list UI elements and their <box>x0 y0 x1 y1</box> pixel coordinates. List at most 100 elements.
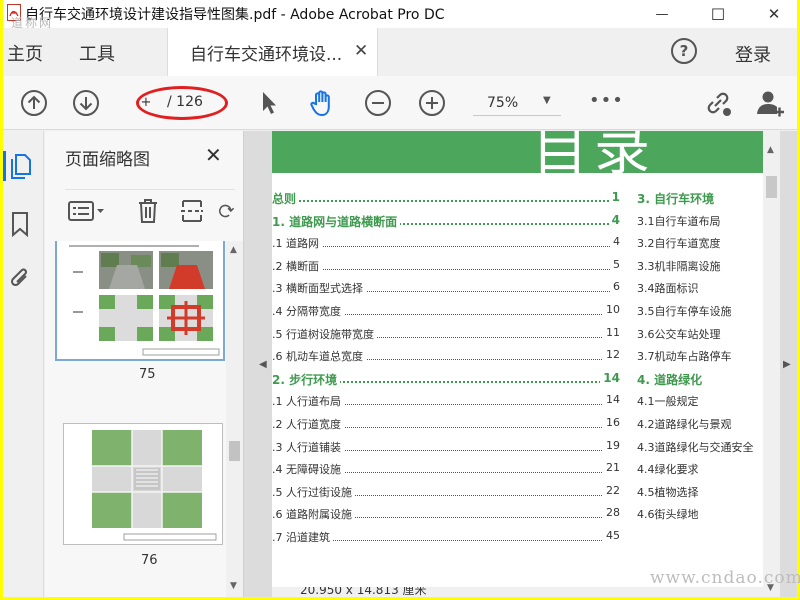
sign-in-button[interactable]: 登录 <box>735 41 771 67</box>
toc-section-row[interactable]: 3. 自行车环境 <box>637 190 714 207</box>
tab-tools[interactable]: 工具 <box>79 40 115 66</box>
toc-row[interactable]: .3 人行道铺装 19 <box>272 438 620 457</box>
add-user-button[interactable] <box>755 88 785 118</box>
trash-icon <box>139 199 157 223</box>
tab-home[interactable]: 主页 <box>7 40 43 66</box>
thumbnail-page-76[interactable] <box>63 423 223 545</box>
toc-row[interactable]: 4.5植物选择 <box>637 484 699 500</box>
tab-document[interactable]: 自行车交通环境设... ✕ <box>167 28 378 76</box>
next-page-button[interactable] <box>71 88 101 118</box>
toc-row[interactable]: 3.3机非隔离设施 <box>637 258 721 274</box>
attachments-button[interactable] <box>7 265 33 291</box>
paperclip-icon <box>10 268 27 287</box>
toc-row[interactable]: 4.3道路绿化与交通安全 <box>637 439 754 455</box>
toc-label: .4 无障碍设施 <box>272 461 344 478</box>
toc-row[interactable]: 3.2自行车道宽度 <box>637 235 721 251</box>
toc-row[interactable]: .1 道路网 4 <box>272 235 620 253</box>
toc-row[interactable]: 3.1自行车道布局 <box>637 213 721 229</box>
toc-row[interactable]: 4.1一般规定 <box>637 393 699 409</box>
collapse-right-panel-icon[interactable]: ▶ <box>783 359 791 370</box>
close-panel-icon[interactable]: ✕ <box>205 143 222 167</box>
toc-page-number: 4 <box>608 212 620 227</box>
toc-page-number: 14 <box>603 393 620 407</box>
toc-page-number: 1 <box>608 190 620 204</box>
toc-row[interactable]: .6 道路附属设施 28 <box>272 506 620 524</box>
page-76-preview <box>64 424 222 544</box>
thumbnail-scrollbar[interactable]: ▲ ▼ <box>226 241 243 597</box>
toc-row[interactable]: .2 横断面 5 <box>272 257 620 276</box>
toc-row[interactable]: 3.6公交车站处理 <box>637 326 721 342</box>
select-tool-button[interactable] <box>253 88 283 118</box>
pdf-page: 目录 总则 1 1. 道路网与道路横断面 4 .1 道路网 4 .2 横断面 5 .3 横断面型… <box>272 131 763 587</box>
toc-row[interactable]: .2 人行道宽度 16 <box>272 416 620 434</box>
bookmarks-button[interactable] <box>7 211 33 237</box>
page-size: 20.950 x 14.813 厘米 <box>300 587 427 597</box>
zoom-select[interactable]: 75% ▼ <box>473 90 561 116</box>
arrow-up-circle-icon <box>21 90 47 116</box>
toc-label: .2 横断面 <box>272 257 322 274</box>
close-window-button[interactable]: ✕ <box>751 0 797 28</box>
toc-row[interactable]: .3 横断面型式选择 6 <box>272 280 620 298</box>
thumbnail-scroll-thumb[interactable] <box>229 441 240 461</box>
page-thumbnails-button[interactable] <box>7 153 33 179</box>
toc-label: .5 人行过街设施 <box>272 483 355 500</box>
scroll-up-icon[interactable]: ▲ <box>230 245 237 255</box>
left-rail <box>3 131 44 597</box>
zoom-in-button[interactable] <box>417 88 447 118</box>
close-icon: ✕ <box>767 5 781 23</box>
toc-row[interactable]: 3.4路面标识 <box>637 280 699 296</box>
thumbnail-list: 75 76 <box>45 241 227 597</box>
scroll-up-icon[interactable]: ▲ <box>767 145 774 155</box>
cursor-arrow-icon <box>263 92 276 114</box>
pages-icon <box>11 154 31 179</box>
extract-page-button[interactable] <box>177 198 207 224</box>
minimize-button[interactable]: — <box>639 0 685 28</box>
zoom-out-button[interactable] <box>363 88 393 118</box>
document-tab-label: 自行车交通环境设... <box>190 45 343 65</box>
toc-row[interactable]: .4 无障碍设施 21 <box>272 461 620 479</box>
close-tab-icon[interactable]: ✕ <box>354 41 368 61</box>
chevron-down-icon: ▼ <box>543 95 551 106</box>
toc-row[interactable]: .5 行道树设施带宽度 11 <box>272 325 620 344</box>
rotate-page-button[interactable] <box>217 198 235 224</box>
maximize-icon: ☐ <box>710 4 726 24</box>
maximize-button[interactable]: ☐ <box>695 0 741 28</box>
document-view: ◀ 目录 总则 1 1. 道路网与道路横断面 4 .1 道路网 4 .2 横断面 5 .3 横断… <box>244 131 797 597</box>
toc-row[interactable]: .6 机动车道总宽度 12 <box>272 348 620 366</box>
previous-page-button[interactable] <box>19 88 49 118</box>
delete-page-button[interactable] <box>133 198 163 224</box>
toc-section-row[interactable]: 2. 步行环境 14 <box>272 370 620 389</box>
toc-row[interactable]: 3.7机动车占路停车 <box>637 348 732 364</box>
list-options-icon <box>68 201 104 221</box>
collapse-left-panel-icon[interactable]: ◀ <box>259 359 267 370</box>
thumbnail-toolbar <box>65 189 235 229</box>
toc-row[interactable]: 4.6街头绿地 <box>637 506 699 522</box>
help-button[interactable]: ? <box>671 38 697 64</box>
toc-row[interactable]: .5 人行过街设施 22 <box>272 483 620 502</box>
toc-row[interactable]: .4 分隔带宽度 10 <box>272 303 620 321</box>
share-link-button[interactable] <box>703 88 733 118</box>
toc-label: .1 道路网 <box>272 235 322 252</box>
rail-active-indicator <box>3 151 6 181</box>
thumbnail-number-75: 75 <box>139 367 156 382</box>
thumbnail-page-75[interactable] <box>55 241 225 361</box>
zoom-value: 75% <box>487 95 519 111</box>
scroll-down-icon[interactable]: ▼ <box>230 581 237 591</box>
toc-label: .4 分隔带宽度 <box>272 303 344 319</box>
more-tools-icon[interactable]: ••• <box>589 90 624 111</box>
document-scrollbar[interactable]: ▲ ▼ <box>763 131 780 597</box>
toc-row[interactable]: 4.4绿化要求 <box>637 461 699 477</box>
toc-row[interactable]: .1 人行道布局 14 <box>272 393 620 411</box>
toc-section-row[interactable]: 4. 道路绿化 <box>637 371 702 388</box>
toc-section-row[interactable]: 1. 道路网与道路横断面 4 <box>272 212 620 231</box>
thumbnail-options-button[interactable] <box>65 198 109 224</box>
toc-row[interactable]: .7 沿道建筑 45 <box>272 529 620 547</box>
document-scroll-thumb[interactable] <box>766 176 777 198</box>
toc-row[interactable]: 3.5自行车停车设施 <box>637 303 732 319</box>
toc-section-row[interactable]: 总则 1 <box>272 190 620 208</box>
toc-page-number: 16 <box>603 416 620 429</box>
toc-row[interactable]: 4.2道路绿化与景观 <box>637 416 732 432</box>
toc-leader-dots <box>272 190 620 202</box>
hand-tool-button[interactable] <box>307 88 337 118</box>
panel-title: 页面缩略图 <box>65 150 150 170</box>
